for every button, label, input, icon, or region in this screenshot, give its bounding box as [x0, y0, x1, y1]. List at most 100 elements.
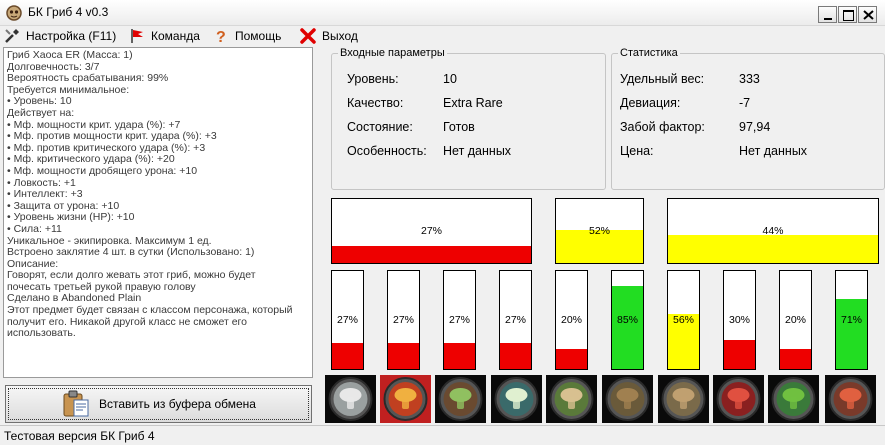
menu-exit[interactable]: Выход	[300, 27, 358, 45]
statistics-group: Статистика Удельный вес: 333 Девиация: -…	[611, 47, 885, 190]
red-flag-icon	[131, 29, 143, 43]
red-x-icon	[300, 28, 316, 44]
app-icon	[6, 5, 22, 21]
paste-button-label: Вставить из буфера обмена	[99, 397, 256, 411]
small-bar-9: 20%	[779, 270, 812, 370]
description-line: Гриб Хаоса ER (Масса: 1)	[7, 49, 133, 61]
big-bar-1-label: 27%	[420, 225, 442, 237]
stat-price-label: Цена:	[620, 144, 654, 158]
description-line: использовать.	[7, 327, 76, 340]
small-bar-7: 56%	[667, 270, 700, 370]
param-quality-value: Extra Rare	[443, 96, 503, 110]
small-bar-3-fill	[444, 342, 475, 369]
param-level-label: Уровень:	[347, 72, 399, 86]
small-bar-9-label: 20%	[784, 314, 806, 326]
menu-help-label: Помощь	[235, 29, 282, 43]
description-line: • Мф. мощности дробящего урона: +10	[7, 164, 198, 177]
param-quality-label: Качество:	[347, 96, 404, 110]
menu-settings-label: Настройка (F11)	[26, 29, 117, 43]
big-bar-3-fill	[668, 234, 878, 263]
menu-help[interactable]: ? Помощь	[213, 27, 281, 45]
wrench-icon	[5, 29, 19, 43]
maximize-button[interactable]	[838, 6, 857, 23]
small-bar-10-fill	[836, 299, 867, 369]
menu-team-label: Команда	[151, 29, 200, 43]
param-level-value: 10	[443, 72, 457, 86]
small-bar-10: 71%	[835, 270, 868, 370]
small-bar-6-fill	[612, 285, 643, 369]
small-bar-5-fill	[556, 349, 587, 369]
small-bar-8-label: 30%	[728, 314, 750, 326]
svg-text:?: ?	[216, 29, 226, 44]
big-bar-1-fill	[332, 245, 531, 263]
small-bar-6: 85%	[611, 270, 644, 370]
mushroom-icon-4[interactable]	[491, 375, 542, 423]
small-bar-1-label: 27%	[336, 314, 358, 326]
description-line: • Интеллект: +3	[7, 188, 83, 201]
description-line: Этот предмет будет связан с классом перс…	[7, 304, 293, 317]
menu-settings[interactable]: Настройка (F11)	[4, 27, 116, 45]
small-bar-4-label: 27%	[504, 314, 526, 326]
small-bar-10-label: 71%	[840, 314, 862, 326]
question-icon: ?	[216, 29, 226, 44]
small-bar-5-label: 20%	[560, 314, 582, 326]
small-bar-2-label: 27%	[392, 314, 414, 326]
input-params-title: Входные параметры	[338, 47, 447, 59]
close-icon	[863, 10, 874, 20]
small-bar-7-label: 56%	[672, 314, 694, 326]
small-bar-5: 20%	[555, 270, 588, 370]
small-bar-3: 27%	[443, 270, 476, 370]
small-bar-2: 27%	[387, 270, 420, 370]
stat-kill-factor-value: 97,94	[739, 120, 771, 134]
small-bar-3-label: 27%	[448, 314, 470, 326]
param-state-value: Готов	[443, 120, 475, 134]
input-params-group: Входные параметры Уровень: 10 Качество: …	[331, 47, 606, 190]
stat-deviation-label: Девиация:	[620, 96, 681, 110]
big-bar-2: 52%	[555, 198, 644, 264]
big-bar-2-label: 52%	[588, 225, 610, 237]
mushroom-icon-9[interactable]	[768, 375, 819, 423]
paste-from-clipboard-button[interactable]: Вставить из буфера обмена	[5, 385, 312, 423]
small-bar-2-fill	[388, 342, 419, 369]
mushroom-icon-8[interactable]	[713, 375, 764, 423]
window-title: БК Гриб 4 v0.3	[28, 5, 109, 19]
description-line: • Мф. против мощности крит. удара (%): +…	[7, 130, 217, 143]
title-bar: БК Гриб 4 v0.3	[0, 0, 885, 26]
mushroom-icon-3[interactable]	[435, 375, 486, 423]
item-description-textbox[interactable]: Гриб Хаоса ER (Масса: 1) Долговечность: 3…	[3, 47, 313, 378]
small-bar-9-fill	[780, 349, 811, 369]
stat-deviation-value: -7	[739, 96, 751, 110]
mushroom-icon-10[interactable]	[825, 375, 876, 423]
small-bar-8: 30%	[723, 270, 756, 370]
mushroom-icon-1[interactable]	[325, 375, 376, 423]
statistics-title: Статистика	[618, 47, 680, 59]
description-line: Встроено заклятие 4 шт. в сутки (Использ…	[7, 246, 255, 259]
mushroom-icon-7[interactable]	[658, 375, 709, 423]
mushroom-icon-2[interactable]	[380, 375, 431, 423]
clipboard-icon	[63, 390, 89, 417]
small-bar-6-label: 85%	[616, 314, 638, 326]
big-bar-1: 27%	[331, 198, 532, 264]
big-bar-3: 44%	[667, 198, 879, 264]
param-feature-value: Нет данных	[443, 144, 512, 158]
stat-weight-label: Удельный вес:	[620, 72, 705, 86]
stat-price-value: Нет данных	[739, 144, 808, 158]
small-bar-1: 27%	[331, 270, 364, 370]
description-line: • Сила: +11	[7, 222, 62, 235]
small-bar-1-fill	[332, 342, 363, 369]
menu-exit-label: Выход	[322, 29, 358, 43]
minimize-button[interactable]	[818, 6, 837, 23]
small-bar-8-fill	[724, 339, 755, 369]
close-button[interactable]	[858, 6, 877, 23]
param-state-label: Состояние:	[347, 120, 413, 134]
mushroom-icon-5[interactable]	[546, 375, 597, 423]
status-bar: Тестовая версия БК Гриб 4	[0, 425, 885, 445]
menu-bar: Настройка (F11) Команда ? Помощь Выход	[0, 26, 885, 46]
small-bar-4-fill	[500, 342, 531, 369]
stat-kill-factor-label: Забой фактор:	[620, 120, 705, 134]
small-bar-4: 27%	[499, 270, 532, 370]
menu-team[interactable]: Команда	[129, 27, 200, 45]
description-line: Действует на:	[7, 106, 75, 119]
mushroom-icon-6[interactable]	[602, 375, 653, 423]
param-feature-label: Особенность:	[347, 144, 427, 158]
